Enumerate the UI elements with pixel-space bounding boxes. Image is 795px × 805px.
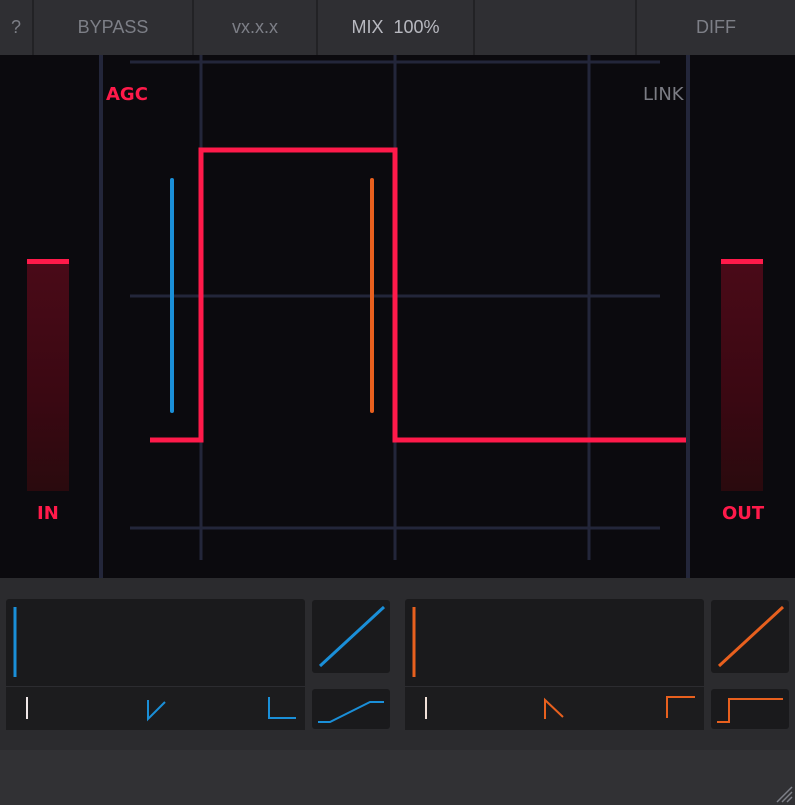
version-label: vx.x.x <box>194 0 316 55</box>
bypass-button[interactable]: BYPASS <box>34 0 192 55</box>
help-button[interactable]: ? <box>0 0 32 55</box>
attack-knee-panel[interactable] <box>312 689 390 729</box>
input-meter-label: IN <box>37 503 59 524</box>
agc-toggle[interactable]: AGC <box>106 84 148 105</box>
status-empty-cell <box>475 0 635 55</box>
release-shape-fast-icon[interactable] <box>544 697 564 719</box>
attack-curve-panel[interactable] <box>312 600 390 673</box>
release-curve-panel[interactable] <box>711 600 789 673</box>
attack-shape-slow-icon[interactable] <box>268 697 296 719</box>
input-meter-peak <box>27 259 69 264</box>
release-shape-slow-icon[interactable] <box>666 696 695 718</box>
attack-shape-fast-icon[interactable] <box>147 700 166 722</box>
output-meter-peak <box>721 259 763 264</box>
release-curve-icon <box>717 605 785 668</box>
mix-label: MIX <box>351 17 384 37</box>
attack-knee-icon <box>318 701 384 723</box>
link-toggle[interactable]: LINK <box>643 84 684 105</box>
resize-grip-icon[interactable] <box>773 783 793 803</box>
status-bar <box>0 750 795 805</box>
output-meter <box>721 261 763 491</box>
diff-button[interactable]: DIFF <box>637 0 795 55</box>
mix-value: 100% <box>393 17 440 37</box>
attack-curve-icon <box>318 605 386 668</box>
output-meter-label: OUT <box>722 503 765 524</box>
mix-control[interactable]: MIX 100% <box>318 0 473 55</box>
attack-panel-graphics <box>13 607 296 722</box>
release-panel-graphics <box>412 607 695 719</box>
release-knee-icon <box>717 698 783 723</box>
input-meter <box>27 261 69 491</box>
release-knee-panel[interactable] <box>711 689 789 729</box>
